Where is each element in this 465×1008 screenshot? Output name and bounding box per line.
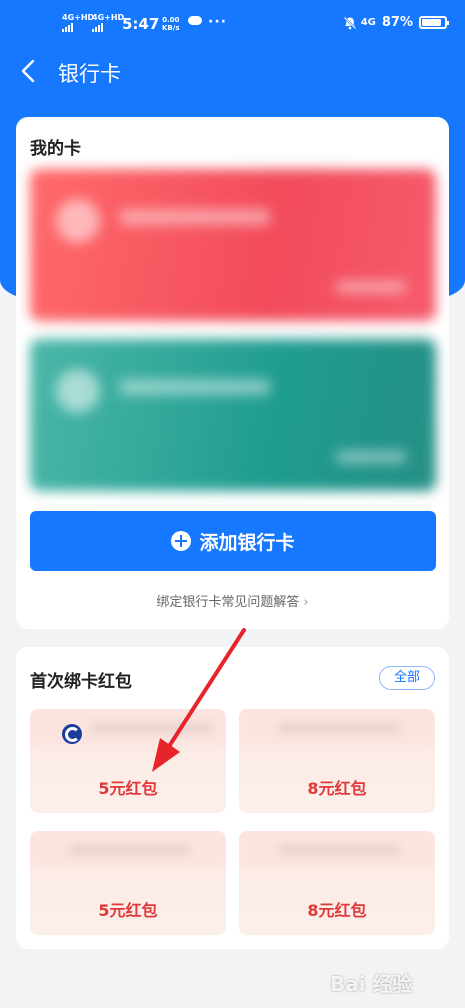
red-packet-amount: 8元红包 (307, 901, 367, 920)
red-packet-card[interactable]: 5元红包 (30, 709, 226, 813)
bank-name-blurred (120, 379, 270, 395)
bell-off-icon (343, 16, 356, 30)
red-packet-amount: 5元红包 (98, 779, 158, 798)
page-title: 银行卡 (58, 62, 121, 86)
network-label-3: 4G (360, 17, 376, 28)
signal-1-icon: 4G+HD (62, 14, 94, 32)
status-bar: 4G+HD 4G+HD 5:47 0.00 KB/s ··· 4G 87% (0, 0, 465, 44)
network-speed: 0.00 KB/s (162, 16, 179, 32)
faq-label: 绑定银行卡常见问题解答 (156, 595, 300, 610)
bank-logo-icon (56, 199, 100, 243)
bank-logo-icon (62, 724, 82, 744)
bank-card[interactable] (30, 169, 436, 321)
chevron-right-icon: › (303, 595, 309, 610)
red-packet-amount: 5元红包 (98, 901, 158, 920)
nav-bar: 银行卡 (0, 44, 465, 100)
add-bank-card-button[interactable]: 添加银行卡 (30, 511, 436, 571)
network-label-1: 4G+HD (62, 13, 95, 22)
view-all-button[interactable]: 全部 (379, 666, 435, 690)
battery-percent: 87% (381, 15, 413, 30)
red-packets-heading: 首次绑卡红包 (30, 672, 132, 692)
bank-name-blurred (70, 845, 190, 855)
add-bank-card-label: 添加银行卡 (199, 531, 295, 554)
battery-icon (419, 16, 449, 29)
watermark: Bai 经验 (330, 972, 413, 996)
speed-value: 0.00 (162, 16, 180, 24)
plus-circle-icon (171, 531, 192, 551)
bank-logo-icon (56, 369, 100, 413)
status-right: 4G 87% (343, 15, 449, 30)
speed-unit: KB/s (162, 24, 180, 32)
more-notifications: ··· (208, 14, 227, 30)
my-cards-heading: 我的卡 (30, 139, 81, 159)
red-packet-card[interactable]: 8元红包 (239, 709, 435, 813)
bank-name-blurred (120, 209, 270, 225)
red-packet-card[interactable]: 8元红包 (239, 831, 435, 935)
first-bind-red-packets-panel: 首次绑卡红包 全部 5元红包 8元红包 5元红包 8元红包 (16, 647, 449, 949)
card-number-blurred (336, 281, 406, 293)
bank-name-blurred (279, 723, 399, 733)
red-packet-amount: 8元红包 (307, 779, 367, 798)
clock: 5:47 (122, 15, 160, 33)
network-label-2: 4G+HD (92, 13, 125, 22)
my-cards-panel: 我的卡 添加银行卡 绑定银行卡常见问题解答 › (16, 117, 449, 629)
bank-name-blurred (92, 723, 212, 733)
bind-card-faq-link[interactable]: 绑定银行卡常见问题解答 › (16, 591, 449, 610)
signal-2-icon: 4G+HD (92, 14, 124, 32)
bank-name-blurred (279, 845, 399, 855)
bank-card[interactable] (30, 339, 436, 491)
card-number-blurred (336, 451, 406, 463)
chevron-left-icon[interactable] (14, 56, 44, 86)
cloud-icon (188, 16, 202, 25)
red-packet-card[interactable]: 5元红包 (30, 831, 226, 935)
